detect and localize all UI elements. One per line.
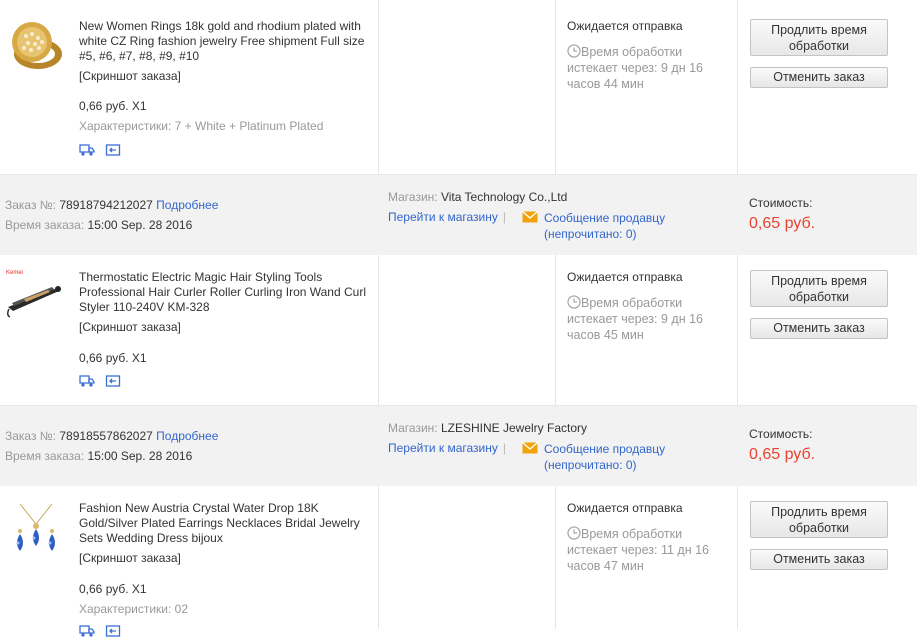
processing-label: Время обработки — [581, 527, 683, 541]
order-item-3: Fashion New Austria Crystal Water Drop 1… — [0, 486, 917, 637]
extend-processing-button[interactable]: Продлить время обработки — [750, 501, 888, 538]
processing-label: Время обработки — [581, 45, 683, 59]
cost-label: Стоимость: — [749, 427, 813, 441]
cancel-order-button[interactable]: Отменить заказ — [750, 549, 888, 570]
unread-count[interactable]: 0 — [626, 458, 633, 472]
order-details-link[interactable]: Подробнее — [156, 429, 218, 443]
expires-text: истекает через: 11 дн 16 часов 47 мин — [567, 543, 709, 573]
order-time-value: 15:00 Sep. 28 2016 — [87, 449, 193, 463]
clock-icon — [567, 526, 581, 540]
item-service-icons — [79, 624, 121, 638]
order-header-2: Заказ №: 78918557862027 Подробнее Время … — [0, 406, 917, 486]
order-snapshot-link[interactable]: [Скриншот заказа] — [79, 69, 181, 83]
processing-time: Время обработки истекает через: 9 дн 16 … — [567, 44, 727, 92]
hair-curler-thumbnail[interactable]: Kemei — [4, 265, 64, 325]
clock-icon — [567, 44, 581, 58]
store-name: Магазин: LZESHINE Jewelry Factory — [388, 421, 588, 435]
item-service-icons — [79, 143, 121, 157]
expires-text: истекает через: 9 дн 16 часов 44 мин — [567, 61, 703, 91]
ring-thumbnail[interactable] — [6, 16, 66, 76]
order-status: Ожидается отправка — [567, 270, 683, 284]
item-properties: Характеристики: 02 — [79, 602, 188, 616]
return-icon[interactable] — [105, 624, 121, 638]
clock-icon — [567, 295, 581, 309]
shipping-icon[interactable] — [79, 624, 95, 638]
unread-count[interactable]: 0 — [626, 227, 633, 241]
order-details-link[interactable]: Подробнее — [156, 198, 218, 212]
extend-processing-button[interactable]: Продлить время обработки — [750, 19, 888, 56]
cancel-order-button[interactable]: Отменить заказ — [750, 318, 888, 339]
earrings-thumbnail[interactable] — [6, 500, 66, 560]
store-name: Магазин: Vita Technology Co.,Ltd — [388, 190, 568, 204]
order-time: Время заказа: 15:00 Sep. 28 2016 — [5, 449, 193, 463]
item-price: 0,66 руб. X1 — [79, 582, 147, 596]
order-status: Ожидается отправка — [567, 19, 683, 33]
order-number: Заказ №: 78918794212027 Подробнее — [5, 198, 219, 212]
order-cost: 0,65 руб. — [749, 446, 816, 463]
store-links: Перейти к магазину | — [388, 441, 506, 455]
order-item-2: Kemei Thermostatic Electric Magic Hair S… — [0, 255, 917, 406]
order-snapshot-link[interactable]: [Скриншот заказа] — [79, 551, 181, 565]
store-name-value: LZESHINE Jewelry Factory — [440, 421, 588, 435]
message-seller: Сообщение продавцу (непрочитано: 0) — [544, 442, 666, 472]
mail-icon — [522, 442, 538, 454]
message-seller-link[interactable]: Сообщение продавцу — [544, 211, 665, 225]
order-status: Ожидается отправка — [567, 501, 683, 515]
processing-time: Время обработки истекает через: 11 дн 16… — [567, 526, 727, 574]
order-item-1: New Women Rings 18k gold and rhodium pla… — [0, 0, 917, 175]
extend-processing-button[interactable]: Продлить время обработки — [750, 270, 888, 307]
cancel-order-button[interactable]: Отменить заказ — [750, 67, 888, 88]
item-price: 0,66 руб. X1 — [79, 351, 147, 365]
order-time: Время заказа: 15:00 Sep. 28 2016 — [5, 218, 193, 232]
item-properties: Характеристики: 7 + White + Platinum Pla… — [79, 119, 324, 133]
item-title[interactable]: Thermostatic Electric Magic Hair Styling… — [79, 270, 369, 315]
go-to-store-link[interactable]: Перейти к магазину — [388, 441, 498, 455]
mail-icon — [522, 211, 538, 223]
go-to-store-link[interactable]: Перейти к магазину — [388, 210, 498, 224]
cost-label: Стоимость: — [749, 196, 813, 210]
item-title[interactable]: Fashion New Austria Crystal Water Drop 1… — [79, 501, 369, 546]
shipping-icon[interactable] — [79, 143, 95, 157]
processing-time: Время обработки истекает через: 9 дн 16 … — [567, 295, 727, 343]
return-icon[interactable] — [105, 143, 121, 157]
return-icon[interactable] — [105, 374, 121, 388]
expires-text: истекает через: 9 дн 16 часов 45 мин — [567, 312, 703, 342]
order-time-value: 15:00 Sep. 28 2016 — [87, 218, 193, 232]
order-snapshot-link[interactable]: [Скриншот заказа] — [79, 320, 181, 334]
order-header-1: Заказ №: 78918794212027 Подробнее Время … — [0, 175, 917, 255]
order-number: Заказ №: 78918557862027 Подробнее — [5, 429, 219, 443]
order-cost: 0,65 руб. — [749, 215, 816, 232]
message-seller-link[interactable]: Сообщение продавцу — [544, 442, 665, 456]
order-number-value: 78918557862027 — [59, 429, 153, 443]
item-service-icons — [79, 374, 121, 388]
store-name-value: Vita Technology Co.,Ltd — [440, 190, 568, 204]
svg-text:Kemei: Kemei — [6, 270, 23, 276]
message-seller: Сообщение продавцу (непрочитано: 0) — [544, 211, 666, 241]
store-links: Перейти к магазину | — [388, 210, 506, 224]
item-price: 0,66 руб. X1 — [79, 99, 147, 113]
processing-label: Время обработки — [581, 296, 683, 310]
order-number-value: 78918794212027 — [59, 198, 153, 212]
shipping-icon[interactable] — [79, 374, 95, 388]
item-title[interactable]: New Women Rings 18k gold and rhodium pla… — [79, 19, 369, 64]
